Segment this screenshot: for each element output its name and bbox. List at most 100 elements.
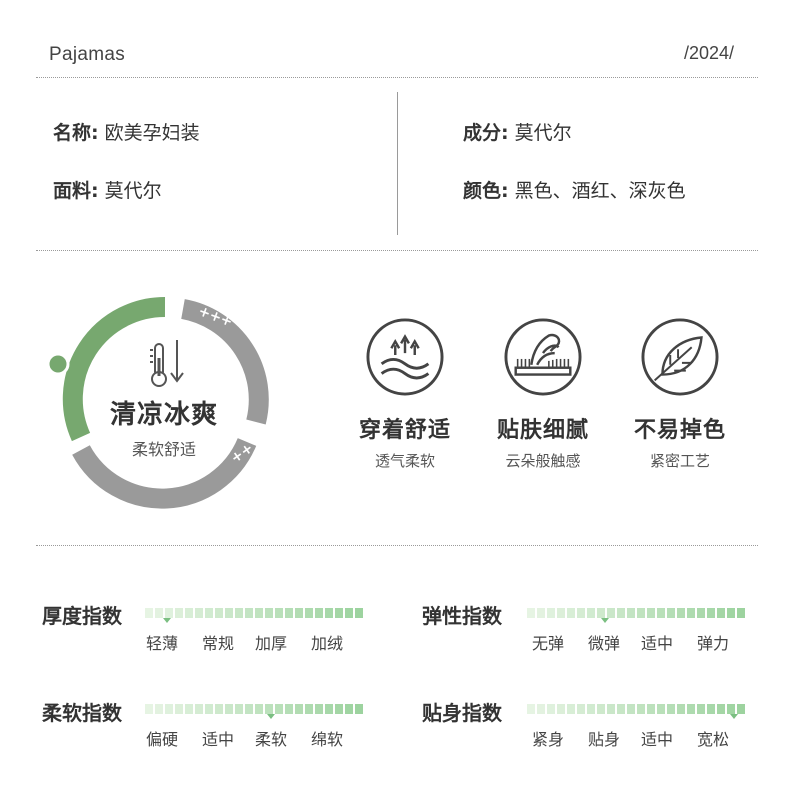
index-bar-segment bbox=[175, 704, 183, 714]
index-bar-segment bbox=[305, 704, 313, 714]
index-bar-segment bbox=[647, 704, 655, 714]
softness-index-title: 柔软指数 bbox=[42, 701, 122, 725]
index-bar-segment bbox=[175, 608, 183, 618]
ring-knob bbox=[46, 352, 70, 376]
fit-index-level: 紧身 bbox=[532, 730, 565, 749]
index-bar-segment bbox=[567, 608, 575, 618]
divider-middle bbox=[36, 250, 758, 251]
softness-index-level: 偏硬 bbox=[146, 730, 179, 749]
feature-skin: 贴肤细腻 云朵般触感 bbox=[473, 318, 613, 471]
index-bar-segment bbox=[607, 608, 615, 618]
index-bar-segment bbox=[145, 608, 153, 618]
index-bar-segment bbox=[537, 608, 545, 618]
index-bar-segment bbox=[165, 704, 173, 714]
index-bar-segment bbox=[245, 608, 253, 618]
thickness-index-level: 轻薄 bbox=[146, 634, 179, 653]
index-bar-segment bbox=[527, 704, 535, 714]
index-bar-segment bbox=[567, 704, 575, 714]
index-bar-segment bbox=[355, 704, 363, 714]
index-bar-segment bbox=[355, 608, 363, 618]
index-bar-segment bbox=[285, 608, 293, 618]
index-bar-segment bbox=[345, 608, 353, 618]
feature-color-subtitle: 紧密工艺 bbox=[649, 452, 710, 470]
brand-name: Pajamas bbox=[49, 44, 126, 65]
index-bar-segment bbox=[285, 704, 293, 714]
feature-color-title: 不易掉色 bbox=[633, 418, 726, 443]
index-bar-segment bbox=[667, 704, 675, 714]
thickness-index-bar bbox=[145, 608, 363, 618]
thickness-index-title: 厚度指数 bbox=[42, 604, 122, 628]
softness-index-level: 适中 bbox=[202, 730, 235, 749]
softness-index-marker bbox=[267, 714, 276, 719]
index-bar-segment bbox=[697, 608, 705, 618]
thermometer-icon bbox=[150, 340, 184, 387]
index-bar-segment bbox=[587, 608, 595, 618]
index-bar-segment bbox=[295, 608, 303, 618]
spec-color-value: 黑色、酒红、深灰色 bbox=[514, 180, 686, 202]
index-bar-segment bbox=[305, 608, 313, 618]
index-bar-segment bbox=[597, 608, 605, 618]
index-bar-segment bbox=[617, 608, 625, 618]
index-bar-segment bbox=[707, 608, 715, 618]
softness-index-level: 柔软 bbox=[255, 730, 288, 749]
index-bar-segment bbox=[185, 704, 193, 714]
index-bar-segment bbox=[717, 608, 725, 618]
feature-comfort-subtitle: 透气柔软 bbox=[374, 452, 435, 470]
index-bar-segment bbox=[315, 704, 323, 714]
elasticity-index-level: 微弹 bbox=[588, 634, 621, 653]
thickness-index-level: 常规 bbox=[202, 634, 235, 653]
index-bar-segment bbox=[205, 608, 213, 618]
index-bar-segment bbox=[325, 704, 333, 714]
index-bar-segment bbox=[687, 704, 695, 714]
index-bar-segment bbox=[657, 608, 665, 618]
index-bar-segment bbox=[245, 704, 253, 714]
elasticity-index-level: 弹力 bbox=[697, 634, 730, 653]
index-bar-segment bbox=[557, 608, 565, 618]
index-bar-segment bbox=[295, 704, 303, 714]
index-bar-segment bbox=[255, 704, 263, 714]
elasticity-index-level: 适中 bbox=[641, 634, 674, 653]
leaf-icon bbox=[641, 318, 719, 396]
fit-index-level: 贴身 bbox=[588, 730, 621, 749]
index-bar-segment bbox=[637, 608, 645, 618]
index-bar-segment bbox=[205, 704, 213, 714]
index-bar-segment bbox=[165, 608, 173, 618]
fit-index-marker bbox=[730, 714, 739, 719]
index-bar-segment bbox=[657, 704, 665, 714]
index-bar-segment bbox=[627, 608, 635, 618]
softness-index-bar bbox=[145, 704, 363, 714]
thickness-index-marker bbox=[162, 618, 171, 623]
index-bar-segment bbox=[215, 704, 223, 714]
fit-index-bar bbox=[527, 704, 745, 714]
hand-touch-icon bbox=[504, 318, 582, 396]
spec-fabric: 面料: 莫代尔 bbox=[53, 176, 162, 203]
air-wave-icon bbox=[366, 318, 444, 396]
index-bar-segment bbox=[235, 608, 243, 618]
softness-index-level: 绵软 bbox=[311, 730, 344, 749]
index-bar-segment bbox=[255, 608, 263, 618]
spec-composition-label: 成分: bbox=[463, 122, 509, 144]
index-bar-segment bbox=[697, 704, 705, 714]
index-bar-segment bbox=[225, 704, 233, 714]
fit-index-title: 贴身指数 bbox=[422, 701, 502, 725]
index-bar-segment bbox=[547, 704, 555, 714]
spec-fabric-label: 面料: bbox=[53, 180, 99, 202]
index-bar-segment bbox=[667, 608, 675, 618]
elasticity-index-title: 弹性指数 bbox=[422, 604, 502, 628]
index-bar-segment bbox=[325, 608, 333, 618]
index-bar-segment bbox=[557, 704, 565, 714]
index-bar-segment bbox=[275, 704, 283, 714]
index-bar-segment bbox=[345, 704, 353, 714]
spec-color-label: 颜色: bbox=[463, 180, 509, 202]
thickness-index-level: 加厚 bbox=[255, 634, 288, 653]
index-bar-segment bbox=[235, 704, 243, 714]
feature-color: 不易掉色 紧密工艺 bbox=[610, 318, 750, 471]
spec-divider bbox=[397, 92, 398, 235]
elasticity-index-level: 无弹 bbox=[532, 634, 565, 653]
index-bar-segment bbox=[587, 704, 595, 714]
index-bar-segment bbox=[737, 608, 745, 618]
feature-skin-subtitle: 云朵般触感 bbox=[505, 452, 581, 470]
index-bar-segment bbox=[225, 608, 233, 618]
spec-name: 名称: 欧美孕妇装 bbox=[53, 118, 200, 145]
index-bar-segment bbox=[155, 608, 163, 618]
